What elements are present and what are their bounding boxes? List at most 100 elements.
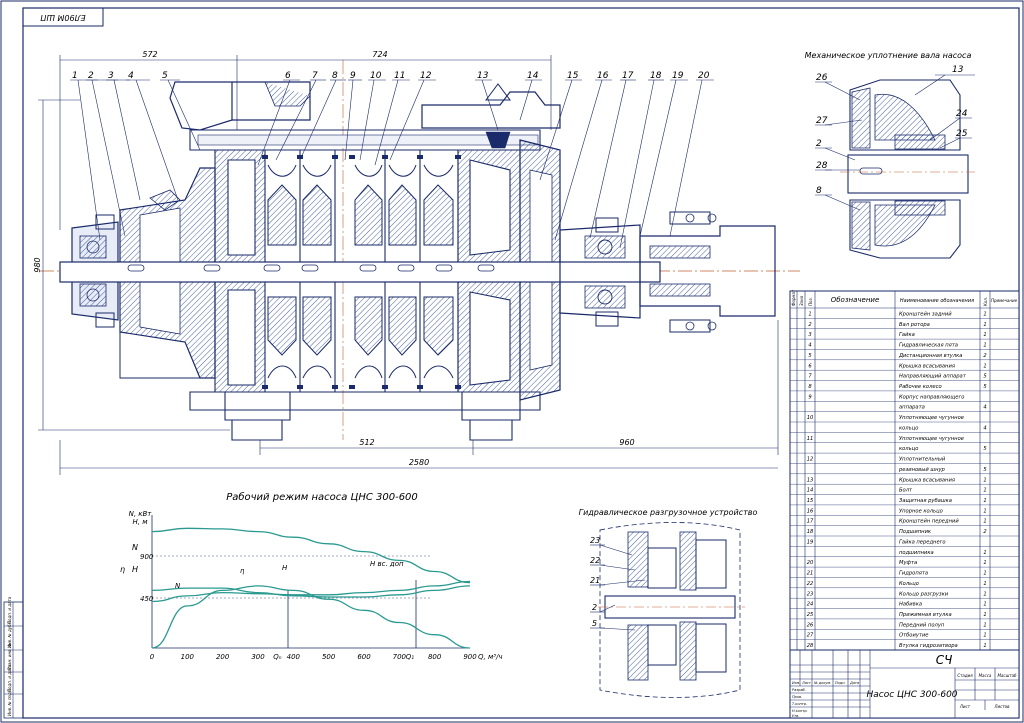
spec-cell-qty: 1 [983, 571, 986, 577]
spec-cell-pos: 22 [807, 581, 814, 587]
title-code: СЧ [936, 653, 953, 667]
leader-5: 5 [162, 71, 168, 81]
x-tick-label: 800 [428, 653, 442, 661]
spec-cell-name: Кронштейн задний [899, 312, 952, 318]
leader-13: 13 [477, 71, 489, 81]
seal-leader-27: 27 [816, 116, 828, 126]
title-stage: Стадия [957, 673, 973, 678]
title-col-sign: Подп. [835, 681, 846, 685]
spec-cell-name: Кольцо разгрузки [899, 591, 949, 597]
spec-cell-qty: 1 [983, 602, 986, 608]
seal-leader-28: 28 [816, 161, 828, 171]
spec-cell-qty: 1 [983, 477, 986, 483]
spec-h-zone: Зона [799, 295, 804, 306]
spec-cell-pos: 2 [808, 322, 811, 328]
x-tick-label: Q₁ [406, 653, 415, 661]
leader-8: 8 [332, 71, 338, 81]
y-tick-900: 900 [140, 553, 154, 561]
dim-960: 960 [619, 438, 634, 447]
title-col-izm: Изм. [792, 681, 800, 685]
spec-cell-qty: 1 [983, 498, 986, 504]
leader-16: 16 [597, 71, 609, 81]
spec-cell-pos: 1 [808, 312, 811, 318]
leader-7: 7 [312, 71, 318, 81]
curve-label-h: H [282, 564, 288, 572]
x-tick-label: 0 [150, 653, 155, 661]
spec-cell-name: Подшипник [899, 529, 932, 535]
drawing-sheet: ЕЛ90М ШП Инв. № подл. Подп. и дата Взам.… [0, 0, 1024, 723]
spec-cell-name: Гайка переднего [899, 540, 946, 546]
leader-20: 20 [698, 71, 710, 81]
spec-cell-name: Дистанционная втулка [898, 353, 962, 359]
seal-leader-13: 13 [952, 65, 964, 75]
title-role-0: Разраб. [792, 688, 806, 692]
x-tick-label: Qₙ [273, 653, 282, 661]
x-tick-label: 500 [322, 653, 336, 661]
seal-leader-25: 25 [956, 129, 968, 139]
spec-cell-name: Отбоиутие [899, 633, 929, 639]
spec-h-note: Примечание [991, 298, 1018, 303]
title-role-2: Т.контр. [792, 702, 807, 706]
spec-cell-pos: 23 [807, 591, 814, 597]
spec-cell-name: резиновый шнур [898, 467, 946, 473]
spec-cell-pos: 3 [808, 332, 811, 338]
spec-cell-pos: 13 [807, 477, 814, 483]
y-tick-450: 450 [140, 595, 154, 603]
y-label-eta: η [120, 565, 125, 574]
title-role-4: Утв. [792, 714, 799, 718]
spec-cell-name: Крышка всасывания [899, 477, 955, 483]
x-tick-label: 300 [251, 653, 265, 661]
spec-cell-name: Крышка всасывания [899, 363, 955, 369]
spec-cell-qty: 1 [983, 322, 986, 328]
x-tick-label: 100 [181, 653, 195, 661]
spec-cell-name: аппарата [899, 405, 925, 411]
unloader-title: Гидравлическое разгрузочное устройство [579, 508, 758, 517]
spec-cell-pos: 16 [807, 508, 814, 514]
spec-cell-name: Муфта [899, 560, 917, 566]
seal-leader-2: 2 [816, 139, 822, 149]
spec-cell-name: Уплотняющее чугунное [899, 415, 964, 421]
spec-cell-qty: 1 [983, 643, 986, 649]
y-label-hm: H, м [133, 518, 149, 526]
spec-cell-name: Кольцо [899, 581, 919, 587]
spec-cell-qty: 1 [983, 591, 986, 597]
spec-cell-name: Прижимная втулка [899, 612, 952, 618]
spec-cell-qty: 1 [983, 612, 986, 618]
spec-cell-pos: 24 [807, 602, 814, 608]
spec-cell-name: Вал ротора [899, 322, 930, 328]
dim-572: 572 [142, 50, 157, 59]
spec-cell-name: Гидропята [899, 571, 928, 577]
x-tick-label: 400 [287, 653, 301, 661]
spec-cell-qty: 1 [983, 312, 986, 318]
leader-1: 1 [72, 71, 78, 81]
dim-724: 724 [372, 50, 387, 59]
spec-cell-name: Уплотняющее чугунное [899, 436, 964, 442]
leader-14: 14 [527, 71, 539, 81]
x-axis-label: Q, м³/ч [478, 653, 503, 661]
spec-cell-name: Гидравлическая пята [899, 343, 958, 349]
spec-cell-pos: 21 [807, 571, 814, 577]
seal-leader-24: 24 [956, 109, 968, 119]
chart-title: Рабочий режим насоса ЦНС 300-600 [226, 491, 418, 503]
spec-cell-name: Набивка [899, 602, 922, 608]
title-col-date: Дата [849, 681, 859, 685]
spec-cell-qty: 1 [983, 508, 986, 514]
spec-h-pos: Поз. [808, 297, 813, 306]
title-col-list: Лист [801, 681, 812, 685]
unloader-leader-21: 21 [590, 576, 600, 585]
side-stamp-5: Подп. и дата [7, 596, 12, 624]
spec-cell-name: Кронштейн передний [899, 519, 959, 525]
title-block: СЧ Насос ЦНС 300-600 Стадия Масса Масшта… [789, 649, 1020, 719]
dim-512: 512 [359, 438, 374, 447]
spec-cell-pos: 10 [807, 415, 814, 421]
spec-cell-pos: 15 [807, 498, 814, 504]
leader-12: 12 [420, 71, 432, 81]
title-mass: Масса [979, 673, 992, 678]
spec-cell-name: Защитная рубашка [899, 498, 952, 504]
spec-cell-qty: 1 [983, 550, 986, 556]
unloader-leader-23: 23 [590, 536, 600, 545]
leader-10: 10 [370, 71, 382, 81]
spec-cell-pos: 11 [807, 436, 814, 442]
spec-cell-qty: 1 [983, 343, 986, 349]
leader-15: 15 [567, 71, 579, 81]
